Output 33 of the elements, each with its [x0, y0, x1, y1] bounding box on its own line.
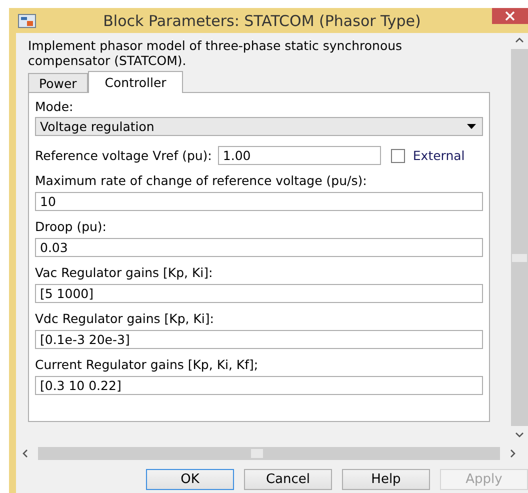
input-field[interactable]: 10 [35, 192, 483, 211]
tab[interactable]: Power [28, 73, 88, 92]
close-button[interactable] [492, 8, 528, 24]
field-label: Vac Regulator gains [Kp, Ki]: [35, 265, 214, 280]
description-text: Implement phasor model of three-phase static synchronous compensator (STATCOM). [28, 38, 404, 68]
scrollbar-thumb[interactable] [251, 449, 263, 458]
field-label: Current Regulator gains [Kp, Ki, Kf]; [35, 357, 260, 372]
field-label: Vdc Regulator gains [Kp, Ki]: [35, 311, 215, 326]
field-label: Mode: [35, 99, 74, 114]
input-field[interactable]: [5 1000] [35, 284, 483, 303]
window-icon [18, 14, 36, 28]
tab[interactable]: Controller [88, 71, 184, 93]
input-field[interactable]: 0.03 [35, 238, 483, 257]
input-field[interactable]: [0.3 10 0.22] [35, 376, 483, 395]
close-icon [505, 11, 515, 21]
checkbox[interactable] [390, 148, 405, 162]
scroll-left-icon [22, 449, 28, 458]
input-field[interactable]: [0.1e-3 20e-3] [35, 330, 483, 349]
dropdown-arrow-icon [467, 124, 476, 129]
scroll-right-icon [510, 449, 516, 458]
field-label: Droop (pu): [35, 219, 108, 234]
scroll-down-icon [515, 432, 524, 438]
field-label: Reference voltage Vref (pu): [35, 148, 212, 163]
dialog-button[interactable]: Help [342, 469, 430, 490]
checkbox-label: External [412, 148, 465, 163]
input-field[interactable]: 1.00 [218, 146, 381, 165]
dialog-button[interactable]: OK [146, 469, 234, 490]
mode-dropdown[interactable]: Voltage regulation [35, 117, 483, 136]
scroll-up-icon [515, 37, 524, 43]
dialog-button[interactable]: Cancel [244, 469, 332, 490]
window-title: Block Parameters: STATCOM (Phasor Type) [102, 12, 422, 30]
field-label: Maximum rate of change of reference voltage (pu/s): [35, 173, 368, 188]
scrollbar-thumb[interactable] [512, 254, 527, 262]
